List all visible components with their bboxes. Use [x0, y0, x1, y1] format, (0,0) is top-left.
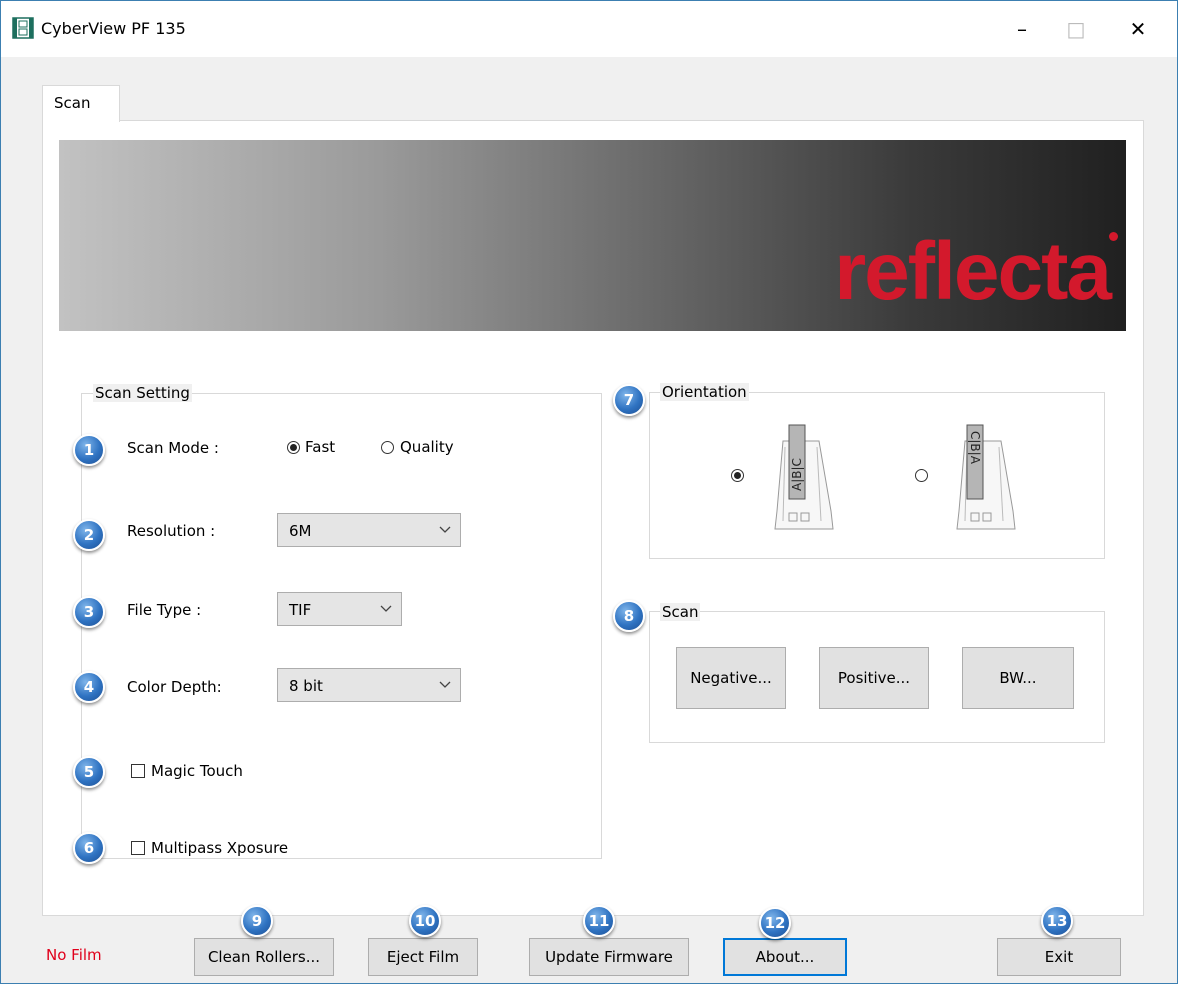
orientation-label: Orientation [660, 383, 749, 401]
fast-label: Fast [305, 438, 336, 456]
multipass-xposure-checkbox[interactable]: Multipass Xposure [131, 839, 311, 861]
orientation-group [649, 392, 1105, 559]
tab-scan-label: Scan [54, 94, 91, 112]
reflecta-logo: reflecta [834, 226, 1112, 317]
film-holder-cba-icon: C|B|A [956, 424, 1016, 530]
file-type-label: File Type : [127, 601, 202, 619]
badge-2: 2 [73, 519, 105, 551]
film-label-abc: A|B|C [790, 458, 804, 491]
magic-touch-label: Magic Touch [151, 762, 243, 780]
resolution-label: Resolution : [127, 522, 216, 540]
color-depth-select[interactable]: 8 bit [277, 668, 461, 702]
app-icon [12, 17, 34, 39]
scan-group-label: Scan [660, 603, 701, 621]
radio-checked-icon [287, 441, 300, 454]
badge-9: 9 [241, 905, 273, 937]
scan-mode-label: Scan Mode : [127, 439, 219, 457]
minimize-icon: – [1017, 17, 1027, 41]
badge-4: 4 [73, 671, 105, 703]
color-depth-label: Color Depth: [127, 678, 222, 696]
orientation-option-2-radio[interactable] [915, 469, 928, 482]
tab-scan[interactable]: Scan [42, 85, 120, 122]
window-title: CyberView PF 135 [41, 19, 186, 38]
title-bar: CyberView PF 135 – □ ✕ [1, 1, 1177, 57]
quality-label: Quality [400, 438, 454, 456]
badge-11: 11 [583, 905, 615, 937]
exit-button[interactable]: Exit [997, 938, 1121, 976]
scan-mode-fast-radio[interactable]: Fast [287, 438, 347, 458]
registered-mark-icon [1109, 232, 1118, 241]
file-type-value: TIF [289, 601, 312, 619]
update-firmware-button[interactable]: Update Firmware [529, 938, 689, 976]
badge-7: 7 [613, 384, 645, 416]
badge-10: 10 [409, 905, 441, 937]
minimize-button[interactable]: – [999, 1, 1045, 57]
close-button[interactable]: ✕ [1115, 1, 1161, 57]
resolution-value: 6M [289, 522, 312, 540]
multipass-xposure-label: Multipass Xposure [151, 839, 289, 857]
brand-banner: reflecta [59, 140, 1126, 331]
resolution-select[interactable]: 6M [277, 513, 461, 547]
checkbox-unchecked-icon [131, 841, 145, 855]
about-button[interactable]: About... [723, 938, 847, 976]
badge-3: 3 [73, 596, 105, 628]
badge-6: 6 [73, 832, 105, 864]
film-status-text: No Film [46, 946, 102, 964]
orientation-option-1-radio[interactable] [731, 469, 744, 482]
chevron-down-icon [439, 526, 451, 533]
application-window: CyberView PF 135 – □ ✕ Scan reflecta Sca… [0, 0, 1178, 984]
chevron-down-icon [439, 681, 451, 688]
maximize-button[interactable]: □ [1053, 1, 1099, 57]
badge-12: 12 [759, 907, 791, 939]
scan-setting-label: Scan Setting [93, 384, 192, 402]
chevron-down-icon [380, 605, 392, 612]
eject-film-button[interactable]: Eject Film [368, 938, 478, 976]
scan-mode-quality-radio[interactable]: Quality [381, 438, 461, 458]
bw-button[interactable]: BW... [962, 647, 1074, 709]
clean-rollers-button[interactable]: Clean Rollers... [194, 938, 334, 976]
film-holder-abc-icon: A|B|C [774, 424, 834, 530]
scan-setting-group [81, 393, 602, 859]
negative-button[interactable]: Negative... [676, 647, 786, 709]
file-type-select[interactable]: TIF [277, 592, 402, 626]
badge-8: 8 [613, 600, 645, 632]
badge-1: 1 [73, 434, 105, 466]
badge-5: 5 [73, 756, 105, 788]
radio-unchecked-icon [381, 441, 394, 454]
color-depth-value: 8 bit [289, 677, 323, 695]
maximize-icon: □ [1066, 17, 1086, 41]
close-icon: ✕ [1129, 17, 1147, 41]
checkbox-unchecked-icon [131, 764, 145, 778]
positive-button[interactable]: Positive... [819, 647, 929, 709]
badge-13: 13 [1041, 905, 1073, 937]
film-label-cba: C|B|A [968, 431, 982, 465]
magic-touch-checkbox[interactable]: Magic Touch [131, 762, 271, 784]
